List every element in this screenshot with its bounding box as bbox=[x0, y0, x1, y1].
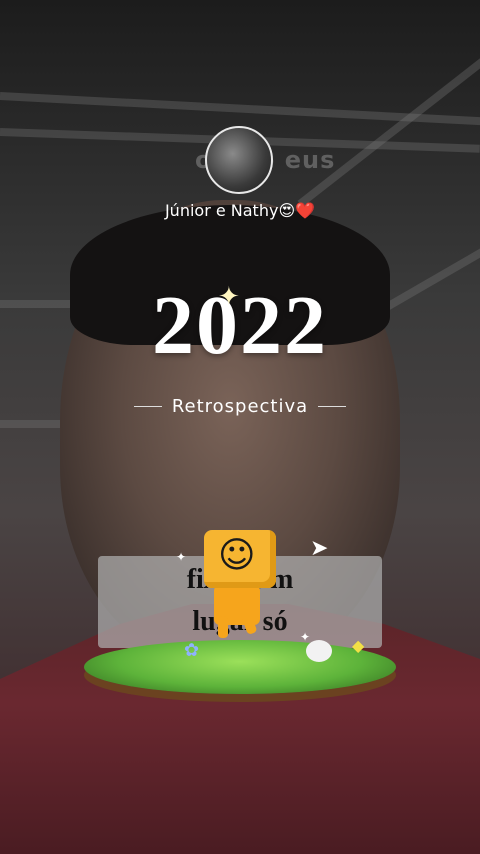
yellow-flag-icon: ◆ bbox=[352, 636, 365, 655]
mascot-leg-left bbox=[218, 616, 228, 638]
year-title: 2022 bbox=[152, 279, 328, 372]
subtitle-retrospectiva: Retrospectiva bbox=[171, 396, 309, 417]
profile-username[interactable]: Júnior e Nathy😍❤️ bbox=[0, 201, 480, 220]
grass-island-illustration bbox=[84, 640, 396, 694]
subtitle-left-line bbox=[133, 406, 162, 407]
smiley-face-icon: ☺ bbox=[218, 535, 256, 576]
profile-avatar[interactable] bbox=[205, 126, 273, 194]
small-star-icon: ✦ bbox=[300, 630, 311, 644]
sparkle-icon: ✦ bbox=[218, 282, 240, 312]
flower-icon: ✿ bbox=[184, 640, 200, 661]
small-star-icon: ✦ bbox=[176, 550, 187, 564]
paper-plane-icon: ➤ bbox=[310, 536, 329, 561]
subtitle-row: Retrospectiva bbox=[0, 396, 480, 417]
subtitle-right-line bbox=[318, 406, 347, 407]
